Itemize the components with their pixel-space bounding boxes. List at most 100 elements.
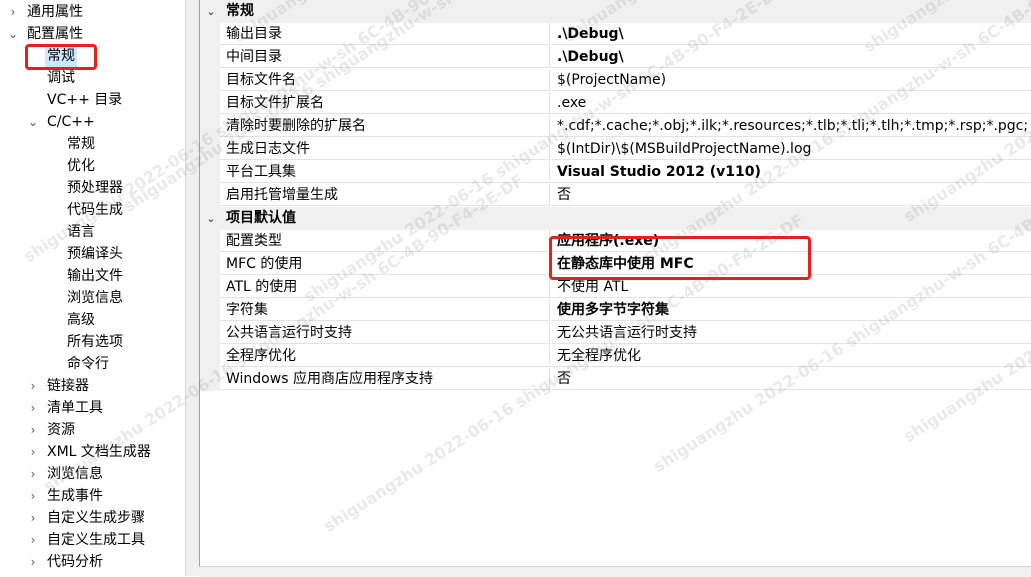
tree-item[interactable]: › 通用属性 bbox=[0, 1, 185, 23]
tree-item-label: 输出文件 bbox=[67, 268, 123, 284]
tree-item-label: 资源 bbox=[47, 422, 75, 438]
tree-item[interactable]: › 链接器 bbox=[0, 375, 185, 397]
property-row[interactable]: 目标文件名 $(ProjectName) bbox=[200, 69, 1031, 92]
property-row[interactable]: 清除时要删除的扩展名 *.cdf;*.cache;*.obj;*.ilk;*.re… bbox=[200, 115, 1031, 138]
property-row[interactable]: 目标文件扩展名 .exe bbox=[200, 92, 1031, 115]
property-value[interactable]: 无全程序优化 bbox=[551, 345, 1031, 367]
tree-item[interactable]: › 自定义生成步骤 bbox=[0, 507, 185, 529]
tree-item[interactable]: 浏览信息 bbox=[0, 287, 185, 309]
tree-item[interactable]: 语言 bbox=[0, 221, 185, 243]
property-row[interactable]: 公共语言运行时支持 无公共语言运行时支持 bbox=[200, 322, 1031, 345]
tree-item-label: 预编译头 bbox=[67, 246, 123, 262]
tree-item[interactable]: VC++ 目录 bbox=[0, 89, 185, 111]
property-value[interactable]: 否 bbox=[551, 368, 1031, 390]
property-value[interactable]: 无公共语言运行时支持 bbox=[551, 322, 1031, 344]
tree-item-label: 浏览信息 bbox=[47, 466, 103, 482]
property-value[interactable]: 否 bbox=[551, 184, 1031, 206]
chevron-right-icon[interactable]: › bbox=[26, 375, 40, 397]
property-value[interactable]: .\Debug\ bbox=[551, 23, 1031, 45]
tree-item[interactable]: 代码生成 bbox=[0, 199, 185, 221]
tree-item[interactable]: 常规 bbox=[0, 133, 185, 155]
chevron-right-icon[interactable]: › bbox=[26, 419, 40, 441]
property-row[interactable]: 字符集 使用多字节字符集 bbox=[200, 299, 1031, 322]
category-header[interactable]: ⌄ 项目默认值 bbox=[200, 207, 1031, 230]
chevron-down-icon[interactable]: ⌄ bbox=[205, 0, 217, 23]
tree-item[interactable]: › 自定义生成工具 bbox=[0, 529, 185, 551]
row-margin bbox=[200, 69, 220, 92]
row-margin bbox=[200, 322, 220, 345]
tree-item[interactable]: › 代码分析 bbox=[0, 551, 185, 573]
tree-item-label: 优化 bbox=[67, 158, 95, 174]
tree-item[interactable]: 预编译头 bbox=[0, 243, 185, 265]
property-row[interactable]: 中间目录 .\Debug\ bbox=[200, 46, 1031, 69]
horizontal-scrollbar[interactable] bbox=[199, 566, 1031, 577]
row-margin bbox=[200, 46, 220, 69]
tree-item[interactable]: › 清单工具 bbox=[0, 397, 185, 419]
property-tree: › 通用属性 ⌄ 配置属性 常规 调试 VC++ 目录 ⌄ C/C++ 常规 优化 预处理器 代码生成语… bbox=[0, 0, 185, 576]
tree-item[interactable]: 高级 bbox=[0, 309, 185, 331]
tree-item[interactable]: › XML 文档生成器 bbox=[0, 441, 185, 463]
tree-item[interactable]: 所有选项 bbox=[0, 331, 185, 353]
property-row[interactable]: 启用托管增量生成否 bbox=[200, 184, 1031, 207]
property-row[interactable]: 平台工具集 Visual Studio 2012 (v110) bbox=[200, 161, 1031, 184]
property-row[interactable]: 配置类型 应用程序(.exe) bbox=[200, 230, 1031, 253]
chevron-down-icon[interactable]: ⌄ bbox=[6, 23, 20, 45]
property-value[interactable]: 不使用 ATL bbox=[551, 276, 1031, 298]
chevron-right-icon[interactable]: › bbox=[26, 485, 40, 507]
tree-item-label: 配置属性 bbox=[27, 26, 83, 42]
row-margin bbox=[200, 253, 220, 276]
property-row[interactable]: Windows 应用商店应用程序支持否 bbox=[200, 368, 1031, 391]
property-row[interactable]: 全程序优化 无全程序优化 bbox=[200, 345, 1031, 368]
chevron-down-icon[interactable]: ⌄ bbox=[205, 207, 217, 230]
chevron-right-icon[interactable]: › bbox=[26, 507, 40, 529]
chevron-right-icon[interactable]: › bbox=[26, 551, 40, 573]
tree-item[interactable]: › 资源 bbox=[0, 419, 185, 441]
chevron-down-icon[interactable]: ⌄ bbox=[26, 111, 40, 133]
tree-item-label: 通用属性 bbox=[27, 4, 83, 20]
tree-item[interactable]: › 生成事件 bbox=[0, 485, 185, 507]
chevron-right-icon[interactable]: › bbox=[26, 463, 40, 485]
property-name: 清除时要删除的扩展名 bbox=[220, 115, 550, 137]
tree-item[interactable]: 调试 bbox=[0, 67, 185, 89]
property-name: Windows 应用商店应用程序支持 bbox=[220, 368, 550, 390]
property-row[interactable]: ATL 的使用 不使用 ATL bbox=[200, 276, 1031, 299]
property-row[interactable]: MFC 的使用 在静态库中使用 MFC bbox=[200, 253, 1031, 276]
tree-item-label: 语言 bbox=[67, 224, 95, 240]
splitter[interactable] bbox=[185, 0, 200, 576]
property-row[interactable]: 生成日志文件 $(IntDir)\$(MSBuildProjectName).lo… bbox=[200, 138, 1031, 161]
property-value[interactable]: $(IntDir)\$(MSBuildProjectName).log bbox=[551, 138, 1031, 160]
property-value[interactable]: Visual Studio 2012 (v110) bbox=[551, 161, 1031, 183]
tree-item[interactable]: 优化 bbox=[0, 155, 185, 177]
category-label: 常规 bbox=[226, 3, 254, 19]
tree-item-label: 所有选项 bbox=[67, 334, 123, 350]
category-header[interactable]: ⌄ 常规 bbox=[200, 0, 1031, 23]
property-value[interactable]: 在静态库中使用 MFC bbox=[551, 253, 1031, 275]
chevron-right-icon[interactable]: › bbox=[26, 441, 40, 463]
property-row[interactable]: 输出目录 .\Debug\ bbox=[200, 23, 1031, 46]
property-value[interactable]: .\Debug\ bbox=[551, 46, 1031, 68]
tree-item-label: VC++ 目录 bbox=[47, 92, 123, 108]
tree-item[interactable]: 命令行 bbox=[0, 353, 185, 375]
tree-item-label: 链接器 bbox=[47, 378, 89, 394]
tree-item[interactable]: ⌄ C/C++ bbox=[0, 111, 185, 133]
chevron-right-icon[interactable]: › bbox=[26, 529, 40, 551]
tree-item[interactable]: 输出文件 bbox=[0, 265, 185, 287]
tree-item[interactable]: 预处理器 bbox=[0, 177, 185, 199]
row-margin bbox=[200, 115, 220, 138]
tree-item[interactable]: › 浏览信息 bbox=[0, 463, 185, 485]
property-value[interactable]: *.cdf;*.cache;*.obj;*.ilk;*.resources;*.… bbox=[551, 115, 1031, 137]
property-value[interactable]: .exe bbox=[551, 92, 1031, 114]
property-name: ATL 的使用 bbox=[220, 276, 550, 298]
chevron-right-icon[interactable]: › bbox=[6, 1, 20, 23]
chevron-right-icon[interactable]: › bbox=[26, 397, 40, 419]
tree-item-label: 自定义生成步骤 bbox=[47, 510, 145, 526]
row-margin bbox=[200, 23, 220, 46]
tree-item-label: 常规 bbox=[67, 136, 95, 152]
tree-item[interactable]: ⌄ 配置属性 bbox=[0, 23, 185, 45]
tree-item[interactable]: 常规 bbox=[0, 45, 185, 67]
property-value[interactable]: 应用程序(.exe) bbox=[551, 230, 1031, 252]
property-name: 目标文件扩展名 bbox=[220, 92, 550, 114]
property-value[interactable]: 使用多字节字符集 bbox=[551, 299, 1031, 321]
property-name: 平台工具集 bbox=[220, 161, 550, 183]
property-value[interactable]: $(ProjectName) bbox=[551, 69, 1031, 91]
